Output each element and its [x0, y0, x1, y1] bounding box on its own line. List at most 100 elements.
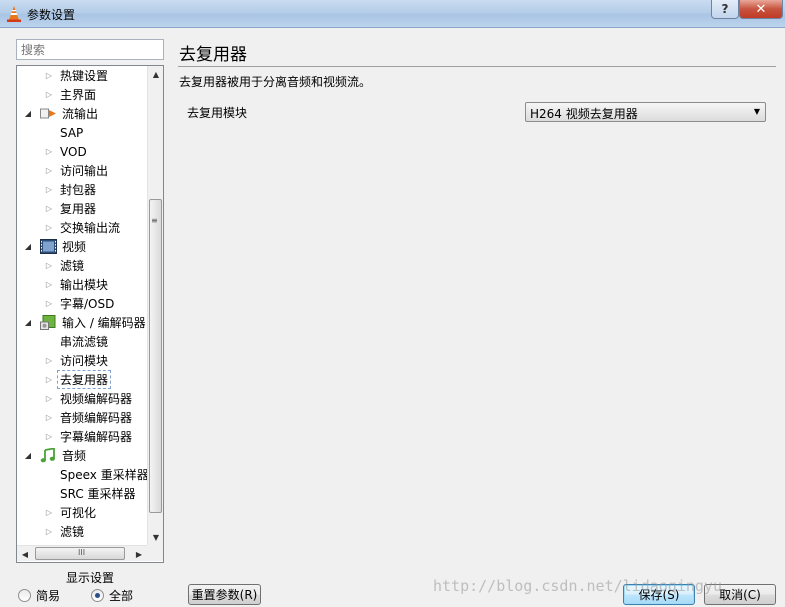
tree-item[interactable]: ◢ 流输出: [17, 104, 147, 123]
tree-item[interactable]: ▷ 热键设置: [17, 66, 147, 85]
tree-item[interactable]: ▷ 封包器: [17, 180, 147, 199]
tree-item-label: 热键设置: [60, 69, 109, 83]
tree-item-label: 视频: [62, 240, 87, 254]
tree-item-label: 交换输出流: [60, 221, 121, 235]
collapse-arrow-icon[interactable]: ▷: [44, 185, 54, 194]
tree-item[interactable]: ▷ 去复用器: [17, 370, 147, 389]
tree-item[interactable]: ▷ 访问输出: [17, 161, 147, 180]
chevron-down-icon: ▼: [753, 107, 760, 116]
tree-vertical-scrollbar[interactable]: ▲ ≡ ▼: [147, 66, 163, 545]
collapse-arrow-icon[interactable]: ▷: [44, 261, 54, 270]
tree-item[interactable]: ▷ 可视化: [17, 503, 147, 522]
demux-module-label: 去复用模块: [187, 106, 248, 120]
tree-item-label: VOD: [60, 144, 87, 159]
tree-item[interactable]: ◢ 输入 / 编解码器: [17, 313, 147, 332]
demux-module-select[interactable]: H264 视频去复用器 ▼: [525, 102, 766, 122]
tree-item[interactable]: ▷ 交换输出流: [17, 218, 147, 237]
collapse-arrow-icon[interactable]: ▷: [44, 356, 54, 365]
tree-item-label: 复用器: [60, 202, 97, 216]
tree-item-label: 字幕编解码器: [60, 430, 133, 444]
help-button[interactable]: ?: [711, 0, 739, 19]
collapse-arrow-icon[interactable]: ▷: [44, 166, 54, 175]
show-settings-title: 显示设置: [66, 571, 115, 585]
scroll-right-icon[interactable]: ▶: [131, 546, 147, 562]
tree-item[interactable]: Speex 重采样器: [17, 465, 149, 484]
search-input[interactable]: [16, 39, 164, 60]
horizontal-scroll-thumb[interactable]: III: [35, 547, 125, 560]
tree-item[interactable]: ▷ 主界面: [17, 85, 147, 104]
tree-item[interactable]: ▷ 滤镜: [17, 522, 147, 541]
tree-item-label: 滤镜: [60, 525, 85, 539]
tree-item[interactable]: 串流滤镜: [17, 332, 147, 351]
tree-item[interactable]: ▷ 字幕/OSD: [17, 294, 147, 313]
collapse-arrow-icon[interactable]: ▷: [44, 90, 54, 99]
tree-item-label: 封包器: [60, 183, 97, 197]
close-button[interactable]: ✕: [739, 0, 783, 19]
section-title: 去复用器: [179, 45, 247, 65]
tree-item[interactable]: ▷ 输出模块: [17, 275, 147, 294]
tree-item-label: 可视化: [60, 506, 97, 520]
vertical-scroll-thumb[interactable]: [149, 199, 162, 513]
tree-item-label: 字幕/OSD: [60, 297, 115, 311]
tree-item-label: 视频编解码器: [60, 392, 133, 406]
scroll-grip-icon: ≡: [151, 216, 158, 225]
tree-item-label: 输出模块: [60, 278, 109, 292]
tree-horizontal-scrollbar[interactable]: ◀ III ▶: [17, 545, 147, 561]
scroll-left-icon[interactable]: ◀: [17, 546, 33, 562]
section-description: 去复用器被用于分离音频和视频流。: [179, 75, 372, 89]
tree-item[interactable]: ◢ 视频: [17, 237, 147, 256]
radio-simple-icon[interactable]: [18, 589, 31, 602]
tree-item[interactable]: ▷ 复用器: [17, 199, 147, 218]
settings-tree: ▷ 热键设置 ▷ 主界面 ◢ 流输出 SAP ▷ VOD ▷ 访问输出 ▷ 封包器 ▷ 复用器 ▷ 交换输出流 ◢…: [16, 65, 164, 563]
collapse-arrow-icon[interactable]: ▷: [44, 432, 54, 441]
reset-preferences-button[interactable]: 重置参数(R): [188, 584, 261, 605]
window-title: 参数设置: [27, 8, 76, 22]
tree-item-label: SRC 重采样器: [60, 487, 136, 501]
tree-item-label: 流输出: [62, 107, 99, 121]
tree-item[interactable]: ▷ 字幕编解码器: [17, 427, 147, 446]
tree-item[interactable]: SAP: [17, 123, 147, 142]
collapse-arrow-icon[interactable]: ▷: [44, 394, 54, 403]
audio-icon: [40, 447, 57, 463]
collapse-arrow-icon[interactable]: ▷: [44, 147, 54, 156]
tree-item[interactable]: ▷ 视频编解码器: [17, 389, 147, 408]
tree-item[interactable]: ▷ 音频编解码器: [17, 408, 147, 427]
radio-simple[interactable]: 简易: [18, 587, 60, 604]
scrollbar-corner: [147, 545, 163, 561]
expand-arrow-icon[interactable]: ◢: [23, 318, 33, 327]
tree-item-label: 串流滤镜: [60, 335, 109, 349]
tree-item-label: 滤镜: [60, 259, 85, 273]
collapse-arrow-icon[interactable]: ▷: [44, 71, 54, 80]
collapse-arrow-icon[interactable]: ▷: [44, 299, 54, 308]
collapse-arrow-icon[interactable]: ▷: [44, 223, 54, 232]
radio-all[interactable]: 全部: [91, 587, 133, 604]
tree-item-label: 音频: [62, 449, 87, 463]
expand-arrow-icon[interactable]: ◢: [23, 451, 33, 460]
tree-item-label: Speex 重采样器: [60, 468, 149, 482]
tree-item-label: 访问模块: [60, 354, 109, 368]
expand-arrow-icon[interactable]: ◢: [23, 109, 33, 118]
collapse-arrow-icon[interactable]: ▷: [44, 375, 54, 384]
show-settings-group: 显示设置 简易 全部: [10, 566, 168, 607]
scroll-up-icon[interactable]: ▲: [148, 66, 164, 82]
tree-item[interactable]: ▷ 访问模块: [17, 351, 147, 370]
vlc-cone-icon: [7, 6, 21, 22]
tree-item-label: SAP: [60, 125, 84, 140]
tree-item[interactable]: ◢ 音频: [17, 446, 147, 465]
scroll-down-icon[interactable]: ▼: [148, 529, 164, 545]
collapse-arrow-icon[interactable]: ▷: [44, 204, 54, 213]
radio-all-icon[interactable]: [91, 589, 104, 602]
tree-item[interactable]: ▷ 滤镜: [17, 256, 147, 275]
tree-item-label: 输入 / 编解码器: [62, 316, 146, 330]
video-icon: [40, 239, 57, 254]
collapse-arrow-icon[interactable]: ▷: [44, 527, 54, 536]
expand-arrow-icon[interactable]: ◢: [23, 242, 33, 251]
collapse-arrow-icon[interactable]: ▷: [44, 508, 54, 517]
collapse-arrow-icon[interactable]: ▷: [44, 280, 54, 289]
tree-item[interactable]: SRC 重采样器: [17, 484, 147, 503]
collapse-arrow-icon[interactable]: ▷: [44, 413, 54, 422]
stream-output-icon: [40, 106, 57, 121]
scroll-grip-icon: III: [78, 548, 86, 557]
tree-item[interactable]: ▷ VOD: [17, 142, 147, 161]
input-codecs-icon: [40, 315, 57, 330]
